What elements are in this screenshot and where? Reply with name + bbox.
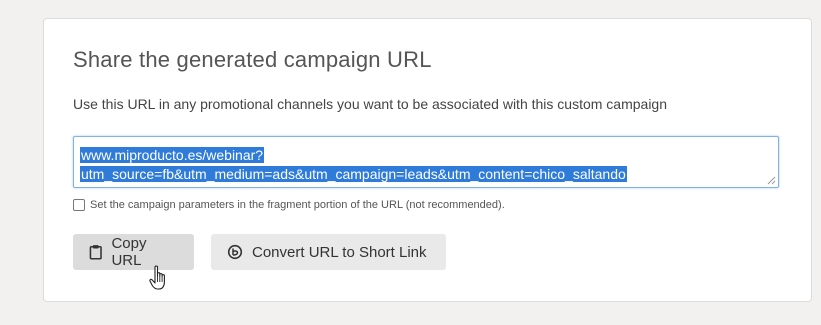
url-line-2: utm_source=fb&utm_medium=ads&utm_campaig…: [80, 166, 627, 182]
resize-handle-icon[interactable]: [766, 175, 776, 185]
url-line-1: www.miproducto.es/webinar?: [80, 147, 265, 163]
clipboard-icon: [89, 245, 102, 260]
fragment-checkbox[interactable]: [73, 199, 85, 211]
share-url-panel: Share the generated campaign URL Use thi…: [43, 18, 812, 302]
campaign-url-textarea[interactable]: www.miproducto.es/webinar? utm_source=fb…: [73, 136, 779, 188]
convert-short-link-button[interactable]: Convert URL to Short Link: [211, 234, 446, 270]
short-link-icon: [227, 244, 243, 260]
copy-url-label: Copy URL: [111, 235, 147, 269]
copy-url-button[interactable]: Copy URL: [73, 234, 194, 270]
panel-title: Share the generated campaign URL: [73, 47, 432, 72]
hand-pointer-icon: [149, 265, 165, 290]
page-background: Share the generated campaign URL Use thi…: [8, 0, 821, 325]
fragment-option-label: Set the campaign parameters in the fragm…: [90, 199, 505, 211]
fragment-option-row[interactable]: Set the campaign parameters in the fragm…: [73, 199, 505, 211]
convert-short-link-label: Convert URL to Short Link: [252, 243, 427, 261]
panel-description: Use this URL in any promotional channels…: [73, 96, 668, 112]
